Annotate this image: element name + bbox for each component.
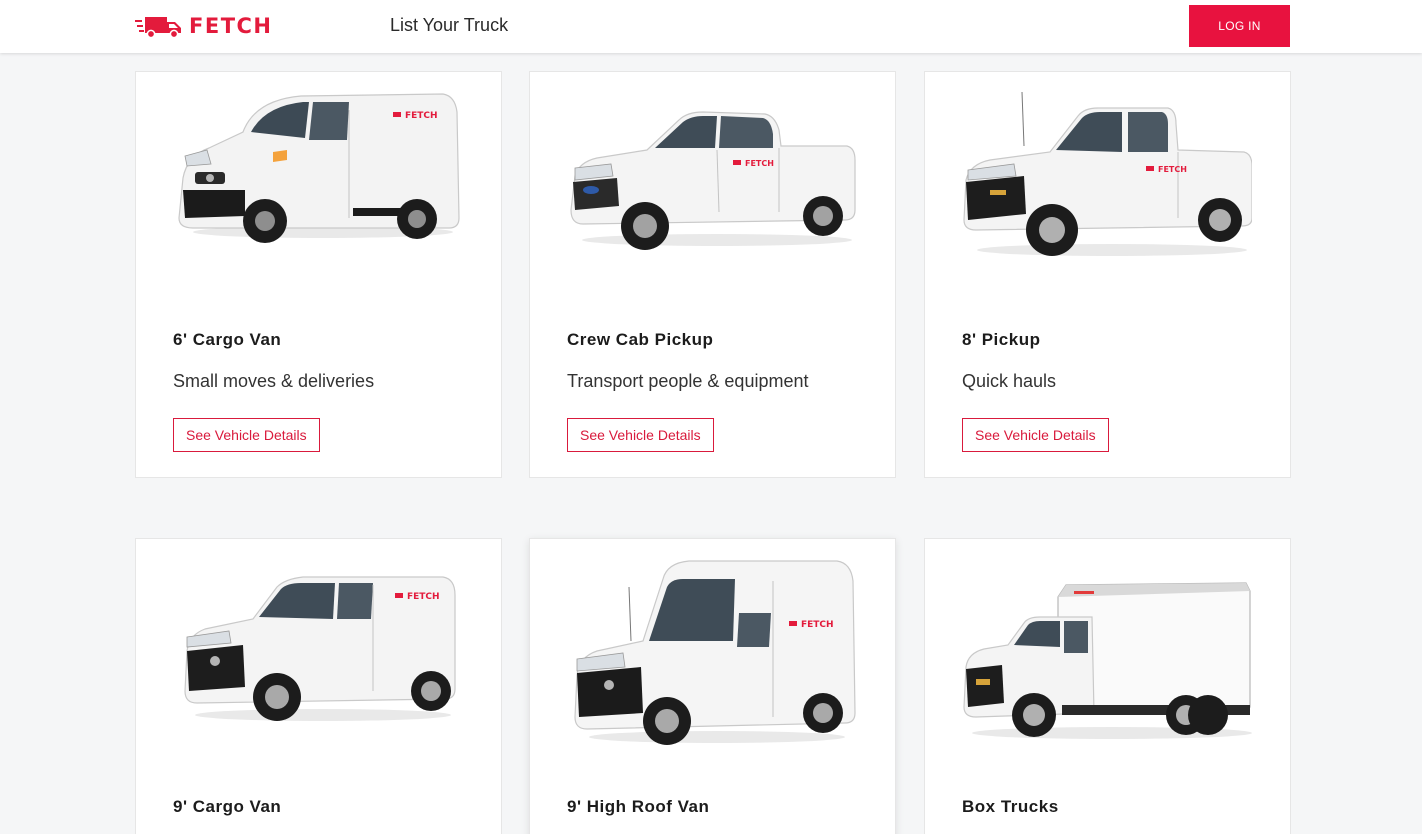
vehicle-description: Quick hauls xyxy=(962,371,1057,391)
svg-text:FETCH: FETCH xyxy=(405,111,438,121)
list-your-truck-link[interactable]: List Your Truck xyxy=(390,15,508,36)
login-button[interactable]: LOG IN xyxy=(1189,5,1290,47)
vehicle-name: 9' High Roof Van xyxy=(567,797,710,816)
see-vehicle-details-button[interactable]: See Vehicle Details xyxy=(962,418,1109,452)
vehicle-card-8-pickup[interactable]: FETCH 8' Pickup Quick hauls See Vehicle … xyxy=(924,71,1291,478)
vehicle-card-box-trucks[interactable]: Box Trucks xyxy=(924,538,1291,834)
fetch-logo[interactable]: FETCH xyxy=(135,12,273,40)
svg-text:FETCH: FETCH xyxy=(801,620,834,630)
see-vehicle-details-button[interactable]: See Vehicle Details xyxy=(567,418,714,452)
vehicle-description: Small moves & deliveries xyxy=(173,371,375,391)
vehicle-name: 6' Cargo Van xyxy=(173,330,282,349)
crew-cab-pickup-image: FETCH xyxy=(570,111,856,250)
vehicle-name: Crew Cab Pickup xyxy=(567,330,714,349)
vehicle-name: 8' Pickup xyxy=(962,330,1041,349)
pickup-image: FETCH xyxy=(963,91,1252,256)
svg-text:FETCH: FETCH xyxy=(407,592,440,602)
vehicle-name: Box Trucks xyxy=(962,797,1059,816)
cargo-van-image: FETCH xyxy=(178,93,460,243)
brand-wordmark: FETCH xyxy=(189,14,273,38)
svg-text:FETCH: FETCH xyxy=(745,159,774,168)
vehicle-description: Transport people & equipment xyxy=(567,371,809,391)
cargo-van-image: FETCH xyxy=(184,576,456,721)
vehicle-name: 9' Cargo Van xyxy=(173,797,282,816)
truck-logo-icon xyxy=(135,17,181,39)
svg-text:FETCH: FETCH xyxy=(1158,165,1187,174)
vehicle-card-6-cargo-van[interactable]: FETCH 6' Cargo Van Small moves & deliver… xyxy=(135,71,502,478)
see-vehicle-details-button[interactable]: See Vehicle Details xyxy=(173,418,320,452)
vehicle-card-crew-cab-pickup[interactable]: FETCH Crew Cab Pickup Transport people &… xyxy=(529,71,896,478)
high-roof-van-image: FETCH xyxy=(574,560,856,745)
site-header: FETCH List Your Truck LOG IN xyxy=(0,0,1422,53)
box-truck-image xyxy=(963,582,1252,739)
vehicle-card-9-high-roof-van[interactable]: FETCH 9' High Roof Van xyxy=(529,538,896,834)
vehicle-card-9-cargo-van[interactable]: FETCH 9' Cargo Van xyxy=(135,538,502,834)
